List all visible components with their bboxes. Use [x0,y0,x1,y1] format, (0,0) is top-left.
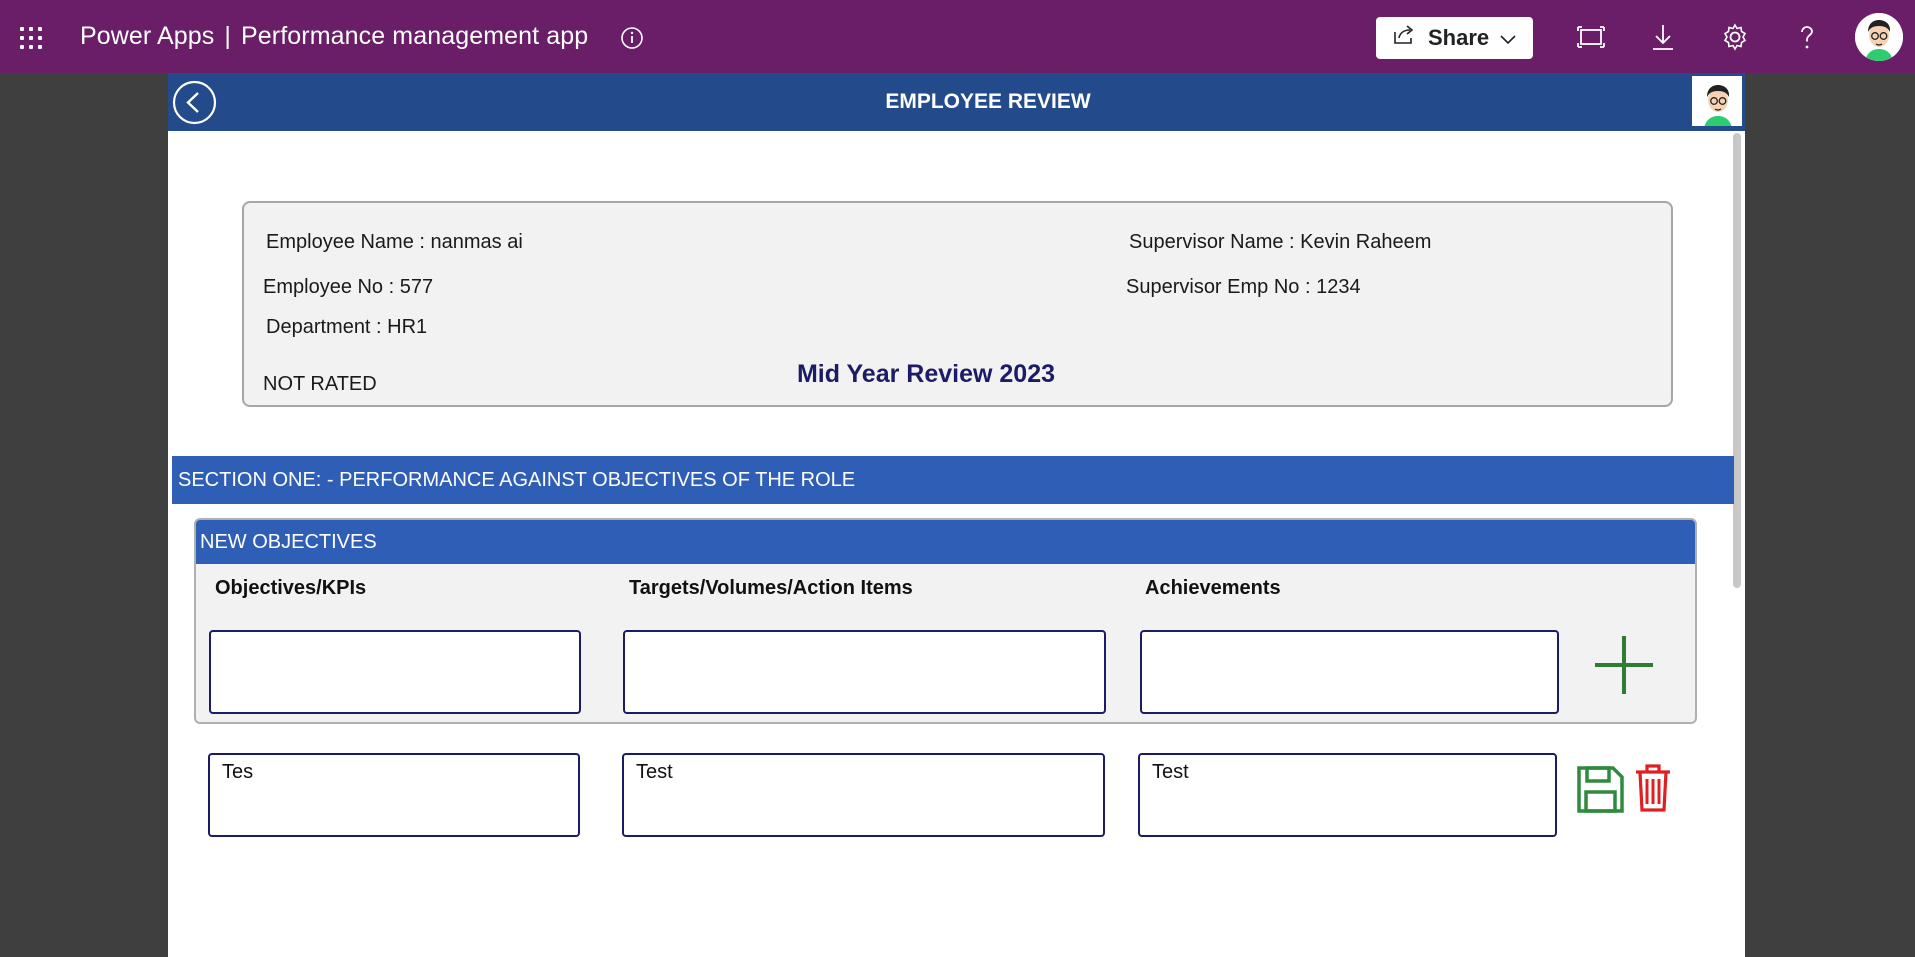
fit-to-window-icon[interactable] [1576,22,1606,52]
share-button[interactable]: Share [1376,17,1533,59]
save-icon[interactable] [1576,765,1625,814]
column-targets-label: Targets/Volumes/Action Items [629,577,913,599]
section-one-header: SECTION ONE: - PERFORMANCE AGAINST OBJEC… [172,456,1734,504]
trash-icon[interactable] [1634,763,1672,813]
gear-icon[interactable] [1720,22,1750,52]
supervisor-emp-number: Supervisor Emp No : 1234 [1126,276,1361,298]
new-objective-input[interactable] [209,630,581,714]
chevron-down-icon [1499,25,1517,51]
share-label: Share [1428,25,1490,50]
new-achievement-input[interactable] [1140,630,1559,714]
top-app-bar: Power Apps | Performance management app Sh… [0,0,1915,73]
column-objectives-label: Objectives/KPIs [215,577,367,599]
app-brand: Power Apps | Performance management app [80,22,588,51]
plus-icon[interactable] [1593,634,1655,696]
rating-status: NOT RATED [263,373,377,395]
new-target-input[interactable] [623,630,1106,714]
new-objectives-header: NEW OBJECTIVES [196,520,1695,564]
supervisor-name: Supervisor Name : Kevin Raheem [1129,231,1432,253]
download-icon[interactable] [1648,22,1678,52]
employee-avatar [1691,75,1743,127]
share-icon [1392,24,1416,52]
employee-info-card: Employee Name : nanmas ai Employee No : … [242,201,1673,407]
app-launcher-icon[interactable] [20,27,44,49]
brand-separator: | [224,22,232,50]
user-avatar[interactable] [1855,13,1903,61]
vertical-scrollbar[interactable] [1733,133,1741,588]
info-icon[interactable] [620,26,644,50]
objective-row-achievement[interactable]: Test [1138,753,1557,837]
column-achievements-label: Achievements [1145,577,1281,599]
employee-department: Department : HR1 [266,316,428,338]
objective-row-target[interactable]: Test [622,753,1105,837]
employee-number: Employee No : 577 [263,276,434,298]
review-period-title: Mid Year Review 2023 [796,360,1056,388]
new-objectives-panel: NEW OBJECTIVES Objectives/KPIs Targets/V… [194,518,1697,724]
screen-title: EMPLOYEE REVIEW [885,90,1091,113]
app-canvas: EMPLOYEE REVIEW Employee Name : nanmas a… [168,73,1745,957]
app-title: Performance management app [241,22,589,50]
product-name[interactable]: Power Apps [80,22,214,50]
screen-header: EMPLOYEE REVIEW [168,73,1745,131]
employee-name: Employee Name : nanmas ai [266,231,523,253]
objective-row-objective[interactable]: Tes [208,753,580,837]
help-icon[interactable] [1792,22,1822,52]
